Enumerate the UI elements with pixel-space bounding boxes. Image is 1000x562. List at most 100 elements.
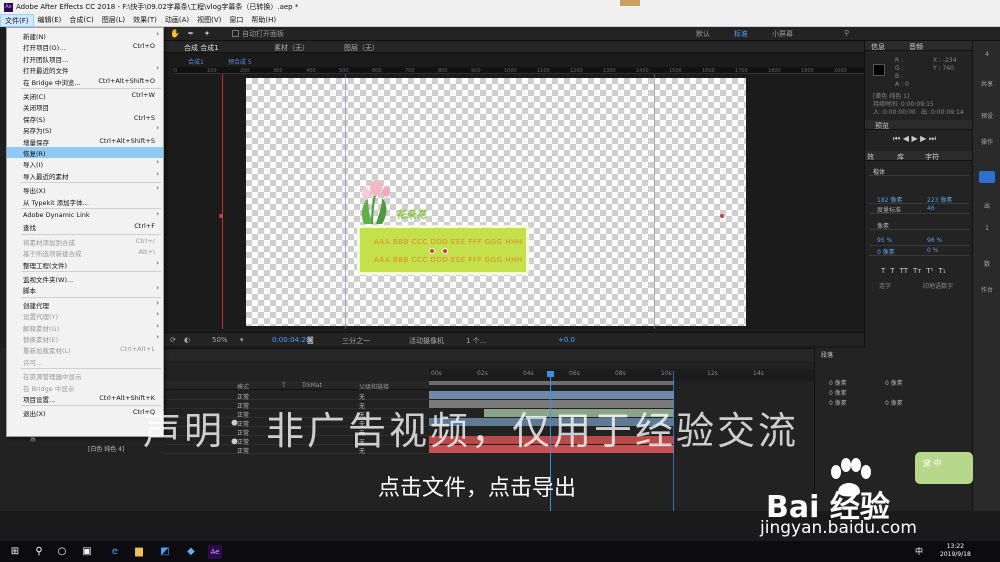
file-menu-item[interactable]: 脚本 › [7, 284, 163, 295]
mask-icon[interactable]: ◐ [184, 336, 190, 344]
size-row[interactable]: 182 像素 223 像素 [869, 195, 969, 204]
hindi-digits-label[interactable]: 印地语数字 [923, 281, 953, 290]
info-tab[interactable]: 信息 [871, 42, 885, 52]
file-menu-item[interactable]: 导入最近的素材 › [7, 170, 163, 181]
file-menu-item[interactable]: 另存为(S) › [7, 124, 163, 135]
work-area-bar[interactable] [429, 381, 674, 385]
anchor-point[interactable] [720, 214, 724, 218]
all-caps-button[interactable]: TT [900, 267, 908, 275]
chevron-down-icon[interactable]: ▾ [240, 336, 244, 344]
font-select[interactable]: 楷体 [869, 167, 969, 176]
edge-browser-icon[interactable]: e [108, 545, 122, 559]
file-menu-item[interactable]: 项目设置... Ctrl+Alt+Shift+K [7, 393, 163, 404]
file-menu-item[interactable]: 退出(X) Ctrl+Q [7, 407, 163, 418]
file-menu-item[interactable]: 打开最近的文件 › [7, 64, 163, 75]
file-menu-item[interactable]: 设置代理(Y) › [7, 310, 163, 321]
horizontal-scale[interactable]: 96 % [927, 237, 942, 244]
tab-footage[interactable]: 素材（无） [274, 43, 309, 53]
zoom-select[interactable]: 50% [212, 336, 228, 344]
strip-item[interactable]: 出 [975, 201, 999, 210]
workspace-small-screen[interactable]: 小屏幕 [772, 29, 793, 39]
preview-controls-icon[interactable]: ⏮ ◀ ▶ ▶ ⏭ [893, 134, 936, 144]
space-before[interactable]: 0 像素 [829, 398, 847, 407]
exposure-value[interactable]: +0.0 [558, 336, 575, 344]
file-menu-item[interactable]: 解释素材(G) › [7, 322, 163, 333]
tab-library[interactable]: 库 [897, 152, 904, 162]
file-menu-item[interactable]: 将素材添加到合成 Ctrl+/ [7, 236, 163, 247]
menu-effect[interactable]: 效果(T) [129, 14, 161, 27]
file-menu-item[interactable]: 从 Typekit 添加字体... [7, 196, 163, 207]
tab-composition[interactable]: 合成 合成1 [184, 43, 219, 53]
paragraph-tab[interactable]: 段落 [821, 350, 833, 359]
layer-bar[interactable] [429, 391, 674, 399]
file-menu-item[interactable]: 整理工程(文件) › [7, 259, 163, 270]
views-select[interactable]: 1 个... [466, 336, 486, 346]
leading[interactable]: 223 像素 [927, 195, 952, 204]
tab-effects[interactable]: 效 [867, 152, 874, 162]
workspace-default[interactable]: 默认 [696, 29, 710, 39]
time-ruler[interactable]: 00s 02s 04s 06s 08s 10s 12s 14s [429, 369, 814, 381]
snapshot-icon[interactable]: ◙ [307, 336, 314, 344]
resolution-select[interactable]: 三分之一 [342, 336, 370, 346]
app-icon[interactable]: ◆ [184, 545, 198, 559]
task-view-icon[interactable]: ▣ [80, 545, 94, 559]
file-menu-item[interactable]: 在资源管理器中显示 [7, 370, 163, 381]
small-caps-button[interactable]: Tᴛ [913, 267, 921, 275]
file-menu-item[interactable]: 替换素材(E) › [7, 333, 163, 344]
menu-edit[interactable]: 编辑(E) [34, 14, 66, 27]
file-menu-item[interactable]: 导出(X) › [7, 184, 163, 195]
ligatures-label[interactable]: 连字 [879, 281, 891, 290]
file-menu-item[interactable]: 保存(S) Ctrl+S [7, 113, 163, 124]
strip-item[interactable]: 预设 [975, 111, 999, 120]
anchor-point[interactable] [442, 248, 448, 254]
playhead-handle[interactable] [547, 371, 554, 377]
file-menu-item[interactable]: 关闭项目 [7, 101, 163, 112]
always-preview-icon[interactable]: ⟳ [170, 336, 176, 344]
table-row[interactable]: 正常无 [164, 391, 429, 401]
superscript-button[interactable]: T¹ [926, 267, 933, 275]
strip-item[interactable]: 共享 [975, 79, 999, 88]
anchor-point[interactable] [429, 248, 435, 254]
stroke-width[interactable]: 像素 [877, 221, 889, 230]
subtab-comp1[interactable]: 合成1 [188, 57, 204, 66]
menu-animation[interactable]: 动画(A) [161, 14, 193, 27]
subscript-button[interactable]: T₁ [938, 267, 945, 275]
search-icon[interactable]: ⚲ [32, 545, 46, 559]
system-clock[interactable]: 13:22 2019/9/18 [940, 543, 971, 559]
file-menu-item[interactable]: 打开项目(O)... Ctrl+O [7, 41, 163, 52]
kerning[interactable]: 度量标准 [877, 205, 901, 214]
file-menu-item[interactable]: 在 Bridge 中显示 [7, 382, 163, 393]
file-menu-item[interactable]: 恢复(R) [7, 147, 163, 158]
file-menu-item[interactable]: 重新加载素材(L) Ctrl+Alt+L [7, 344, 163, 355]
auto-open-checkbox[interactable] [232, 30, 239, 37]
camera-select[interactable]: 活动摄像机 [409, 336, 444, 346]
file-menu-item[interactable]: 新建(N) › [7, 30, 163, 41]
indent-first[interactable]: 0 像素 [829, 388, 847, 397]
kerning-row[interactable]: 度量标准 46 [869, 205, 969, 214]
file-menu-item[interactable]: Adobe Dynamic Link › [7, 210, 163, 221]
preview-tab[interactable]: 预览 [875, 121, 889, 131]
strip-item[interactable]: 数 [975, 259, 999, 268]
tsume[interactable]: 0 % [927, 247, 938, 254]
scale-row[interactable]: 95 % 96 % [869, 237, 969, 246]
layer-name[interactable]: [白色 纯色 4] [88, 444, 124, 453]
windows-start-icon[interactable]: ⊞ [8, 545, 22, 559]
file-menu-item[interactable]: 打开团队项目... [7, 53, 163, 64]
space-after[interactable]: 0 像素 [885, 398, 903, 407]
anchor-point[interactable] [219, 214, 223, 218]
audio-tab[interactable]: 音频 [909, 42, 923, 52]
tab-layer[interactable]: 图层（无） [344, 43, 379, 53]
tab-character[interactable]: 字符 [925, 152, 939, 162]
menu-view[interactable]: 视图(V) [193, 14, 225, 27]
baseline-shift[interactable]: 0 像素 [877, 247, 895, 256]
strip-item[interactable]: 作台 [975, 285, 999, 294]
file-menu-item[interactable]: 监视文件夹(W)... [7, 273, 163, 284]
store-icon[interactable]: ◩ [158, 545, 172, 559]
file-menu-item[interactable]: 关闭(C) Ctrl+W [7, 90, 163, 101]
menu-window[interactable]: 窗口 [225, 14, 247, 27]
workspace-standard[interactable]: 标准 [734, 29, 748, 39]
ime-indicator[interactable]: 中 [912, 545, 926, 559]
subtab-precomp5[interactable]: 预合成 5 [228, 57, 252, 66]
faux-bold-button[interactable]: T [881, 267, 885, 275]
indent-left[interactable]: 0 像素 [829, 378, 847, 387]
